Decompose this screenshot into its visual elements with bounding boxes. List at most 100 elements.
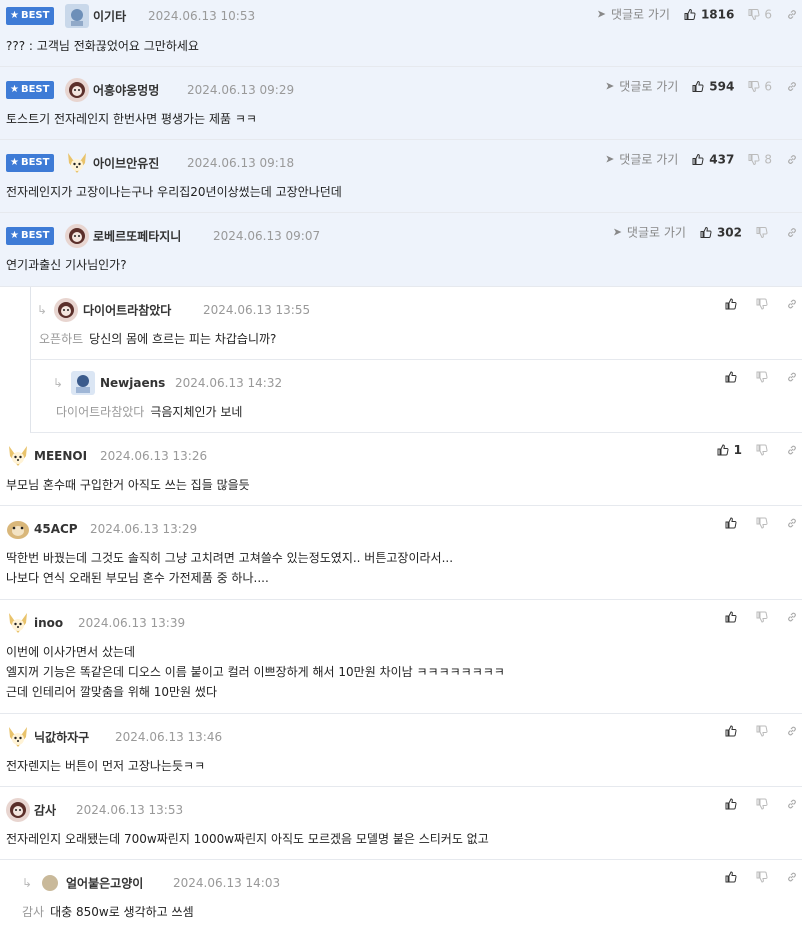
thumbs-down-icon [756, 517, 768, 529]
share-button[interactable] [786, 517, 798, 529]
comment-header: ↳ 다이어트라참았다 2024.06.13 13:55 [31, 298, 802, 322]
share-button[interactable] [786, 153, 798, 165]
downvote-button[interactable] [756, 371, 772, 383]
comment-actions [725, 871, 798, 883]
goto-comment-link[interactable]: ➤ 댓글로 가기 [613, 224, 686, 241]
goto-comment-link[interactable]: ➤ 댓글로 가기 [605, 78, 678, 95]
comment-author[interactable]: 닉값하자구 [34, 729, 89, 746]
thumbs-up-icon [717, 444, 729, 456]
reply-target[interactable]: 다이어트라참았다 [56, 405, 144, 419]
thumbs-down-icon [756, 298, 768, 310]
comment-header: ★ BEST 어흥야옹멍멍 2024.06.13 09:29 ➤ 댓글로 가기 59… [0, 78, 802, 102]
reply-arrow-icon: ↳ [22, 876, 33, 890]
comment-item: ★ BEST 아이브안유진 2024.06.13 09:18 ➤ 댓글로 가기 43… [0, 140, 802, 213]
upvote-button[interactable] [725, 371, 742, 383]
send-arrow-icon: ➤ [605, 79, 615, 93]
upvote-button[interactable]: 594 [692, 79, 734, 93]
comment-date: 2024.06.13 13:46 [115, 730, 223, 744]
comment-author[interactable]: 얼어붙은고양이 [66, 875, 143, 892]
comment-date: 2024.06.13 13:29 [90, 522, 198, 536]
comment-author[interactable]: 아이브안유진 [93, 155, 159, 172]
avatar[interactable] [6, 517, 30, 541]
avatar[interactable] [42, 875, 58, 891]
comment-item: 45ACP 2024.06.13 13:29 딱한번 바꿨는데 그것도 솔직히 … [0, 506, 802, 600]
reply-item: ↳ 얼어붙은고양이 2024.06.13 14:03 감사 대충 850w로 생각… [0, 860, 802, 932]
upvote-button[interactable] [725, 298, 742, 310]
downvote-button[interactable] [756, 611, 772, 623]
thumbs-down-icon [756, 371, 768, 383]
comment-author[interactable]: 이기타 [93, 8, 126, 25]
downvote-button[interactable] [756, 798, 772, 810]
share-button[interactable] [786, 8, 798, 20]
downvote-button[interactable]: 6 [748, 79, 772, 93]
comment-author[interactable]: inoo [34, 616, 63, 630]
comment-text: 오픈하트 당신의 몸에 흐르는 피는 차갑습니까? [39, 332, 277, 346]
upvote-button[interactable] [725, 798, 742, 810]
share-button[interactable] [786, 611, 798, 623]
comment-author[interactable]: 감사 [34, 802, 56, 819]
upvote-button[interactable] [725, 725, 742, 737]
downvote-button[interactable] [756, 517, 772, 529]
comment-date: 2024.06.13 13:53 [76, 803, 184, 817]
comment-date: 2024.06.13 14:03 [173, 876, 281, 890]
avatar[interactable] [65, 224, 89, 248]
comment-date: 2024.06.13 10:53 [148, 9, 256, 23]
upvote-button[interactable] [725, 517, 742, 529]
comment-author[interactable]: 다이어트라참았다 [83, 302, 171, 319]
comment-date: 2024.06.13 09:29 [187, 83, 295, 97]
comment-header: MEENOI 2024.06.13 13:26 1 [0, 443, 802, 468]
send-arrow-icon: ➤ [612, 225, 622, 239]
downvote-button[interactable]: 6 [748, 7, 772, 21]
comment-author[interactable]: 45ACP [34, 522, 78, 536]
downvote-button[interactable] [756, 725, 772, 737]
upvote-button[interactable] [725, 871, 742, 883]
comment-header: ↳ Newjaens 2024.06.13 14:32 [31, 371, 802, 395]
share-button[interactable] [786, 444, 798, 456]
share-button[interactable] [786, 798, 798, 810]
comment-item: 감사 2024.06.13 13:53 전자레인지 오래됐는데 700w짜린지 … [0, 787, 802, 860]
downvote-button[interactable] [756, 871, 772, 883]
share-button[interactable] [786, 226, 798, 238]
thumbs-up-icon [725, 725, 737, 737]
comment-date: 2024.06.13 09:07 [213, 229, 321, 243]
upvote-button[interactable]: 1 [717, 443, 742, 457]
thumbs-down-icon [756, 611, 768, 623]
comment-author[interactable]: 로베르또페타지니 [93, 228, 181, 245]
avatar[interactable] [65, 151, 89, 175]
downvote-button[interactable]: 8 [748, 152, 772, 166]
avatar[interactable] [6, 611, 30, 635]
upvote-button[interactable]: 437 [692, 152, 734, 166]
avatar[interactable] [65, 4, 89, 28]
thumbs-up-icon [725, 611, 737, 623]
comment-author[interactable]: 어흥야옹멍멍 [93, 82, 159, 99]
downvote-button[interactable] [756, 444, 772, 456]
reply-target[interactable]: 오픈하트 [39, 332, 83, 346]
avatar[interactable] [71, 371, 95, 395]
upvote-button[interactable]: 302 [700, 225, 742, 239]
avatar[interactable] [65, 78, 89, 102]
share-button[interactable] [786, 298, 798, 310]
best-badge: ★ BEST [6, 227, 55, 245]
share-button[interactable] [786, 871, 798, 883]
thumbs-up-icon [725, 871, 737, 883]
downvote-button[interactable] [756, 226, 772, 238]
upvote-button[interactable] [725, 611, 742, 623]
share-button[interactable] [786, 725, 798, 737]
downvote-button[interactable] [756, 298, 772, 310]
comment-author[interactable]: MEENOI [34, 449, 87, 463]
avatar[interactable] [6, 444, 30, 468]
goto-comment-link[interactable]: ➤ 댓글로 가기 [605, 151, 678, 168]
share-button[interactable] [786, 80, 798, 92]
link-icon [788, 299, 796, 309]
upvote-button[interactable]: 1816 [684, 7, 734, 21]
avatar[interactable] [54, 298, 78, 322]
thumbs-up-icon [700, 226, 712, 238]
comment-author[interactable]: Newjaens [100, 376, 165, 390]
avatar[interactable] [6, 798, 30, 822]
avatar[interactable] [6, 725, 30, 749]
reply-item: ↳ 다이어트라참았다 2024.06.13 13:55 오픈하트 당신의 몸에 흐… [30, 287, 802, 360]
share-button[interactable] [786, 371, 798, 383]
goto-comment-link[interactable]: ➤ 댓글로 가기 [597, 6, 670, 23]
reply-target[interactable]: 감사 [22, 905, 44, 919]
send-arrow-icon: ➤ [596, 7, 606, 21]
